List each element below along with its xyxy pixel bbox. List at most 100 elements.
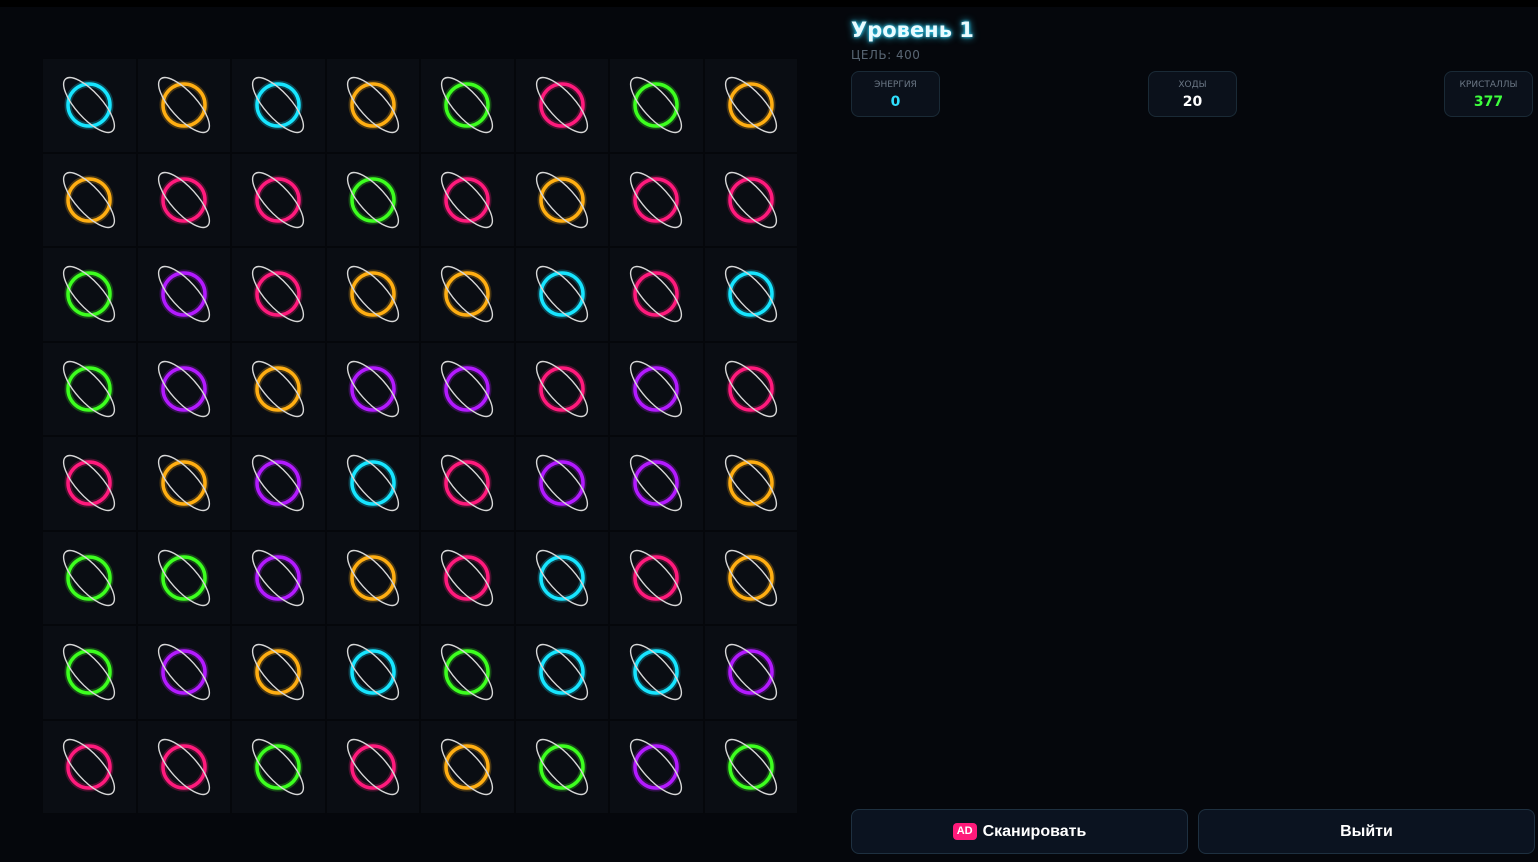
planet-purple-icon [252, 549, 305, 606]
board-cell[interactable] [609, 436, 704, 531]
board-cell[interactable] [231, 436, 326, 531]
planet-purple-icon [157, 360, 210, 417]
board-cell[interactable] [136, 530, 231, 625]
board-cell[interactable] [420, 152, 515, 247]
energy-stat: ЭНЕРГИЯ 0 [851, 71, 940, 117]
board-cell[interactable] [231, 247, 326, 342]
board-cell[interactable] [703, 58, 798, 153]
board-cell[interactable] [420, 58, 515, 153]
board-cell[interactable] [703, 530, 798, 625]
energy-value: 0 [890, 94, 901, 110]
planet-purple-icon [535, 455, 588, 512]
board-cell[interactable] [609, 58, 704, 153]
board-cell[interactable] [325, 530, 420, 625]
board-cell[interactable] [609, 247, 704, 342]
board-cell[interactable] [514, 152, 609, 247]
board-cell[interactable] [703, 719, 798, 814]
planet-green-icon [630, 77, 683, 134]
board-cell[interactable] [514, 436, 609, 531]
board-cell[interactable] [420, 625, 515, 720]
board-cell[interactable] [231, 719, 326, 814]
planet-orange-icon [441, 738, 494, 795]
moves-stat: ХОДЫ 20 [1148, 71, 1237, 117]
planet-orange-icon [157, 77, 210, 134]
planet-purple-icon [346, 360, 399, 417]
board-cell[interactable] [42, 341, 137, 436]
board-cell[interactable] [514, 719, 609, 814]
board-cell[interactable] [42, 152, 137, 247]
board-cell[interactable] [609, 341, 704, 436]
planet-green-icon [252, 738, 305, 795]
top-bar [0, 0, 1538, 7]
moves-value: 20 [1182, 94, 1203, 110]
planet-pink-icon [63, 738, 116, 795]
board-cell[interactable] [136, 152, 231, 247]
board-cell[interactable] [42, 58, 137, 153]
board-cell[interactable] [609, 719, 704, 814]
board-cell[interactable] [514, 625, 609, 720]
board-cell[interactable] [42, 247, 137, 342]
planet-cyan-icon [346, 455, 399, 512]
board-cell[interactable] [420, 247, 515, 342]
board-cell[interactable] [136, 247, 231, 342]
planet-pink-icon [724, 171, 777, 228]
planet-orange-icon [724, 77, 777, 134]
board-cell[interactable] [703, 625, 798, 720]
moves-label: ХОДЫ [1178, 80, 1207, 90]
board-cell[interactable] [420, 436, 515, 531]
board-cell[interactable] [514, 341, 609, 436]
board-cell[interactable] [703, 341, 798, 436]
board-cell[interactable] [136, 625, 231, 720]
board-cell[interactable] [703, 247, 798, 342]
planet-orange-icon [252, 644, 305, 701]
planet-orange-icon [346, 266, 399, 323]
board-cell[interactable] [325, 436, 420, 531]
board-cell[interactable] [231, 152, 326, 247]
planet-orange-icon [346, 549, 399, 606]
board-cell[interactable] [420, 530, 515, 625]
planet-purple-icon [252, 455, 305, 512]
board-cell[interactable] [231, 625, 326, 720]
board-cell[interactable] [325, 625, 420, 720]
board-cell[interactable] [136, 58, 231, 153]
planet-cyan-icon [535, 266, 588, 323]
board-cell[interactable] [609, 530, 704, 625]
board-cell[interactable] [42, 530, 137, 625]
planet-purple-icon [157, 644, 210, 701]
board-cell[interactable] [514, 58, 609, 153]
board-cell[interactable] [325, 341, 420, 436]
planet-orange-icon [63, 171, 116, 228]
board-cell[interactable] [325, 719, 420, 814]
board-cell[interactable] [325, 152, 420, 247]
board-cell[interactable] [136, 436, 231, 531]
board-cell[interactable] [609, 152, 704, 247]
board-cell[interactable] [42, 436, 137, 531]
planet-pink-icon [724, 360, 777, 417]
level-title: Уровень 1 [851, 18, 974, 42]
board-cell[interactable] [136, 341, 231, 436]
board-cell[interactable] [703, 436, 798, 531]
board-cell[interactable] [420, 341, 515, 436]
planet-purple-icon [724, 644, 777, 701]
planet-cyan-icon [535, 644, 588, 701]
board-cell[interactable] [231, 530, 326, 625]
board-cell[interactable] [231, 341, 326, 436]
planet-purple-icon [630, 738, 683, 795]
board-cell[interactable] [514, 247, 609, 342]
ad-badge: AD [952, 823, 977, 840]
scan-button[interactable]: AD Сканировать [851, 809, 1188, 854]
board-cell[interactable] [703, 152, 798, 247]
board-cell[interactable] [42, 625, 137, 720]
exit-button[interactable]: Выйти [1198, 809, 1535, 854]
board-cell[interactable] [420, 719, 515, 814]
board-cell[interactable] [609, 625, 704, 720]
planet-purple-icon [157, 266, 210, 323]
board-cell[interactable] [325, 58, 420, 153]
board-cell[interactable] [231, 58, 326, 153]
board-cell[interactable] [325, 247, 420, 342]
board-cell[interactable] [42, 719, 137, 814]
planet-green-icon [157, 549, 210, 606]
board-cell[interactable] [136, 719, 231, 814]
board-cell[interactable] [514, 530, 609, 625]
planet-pink-icon [535, 77, 588, 134]
